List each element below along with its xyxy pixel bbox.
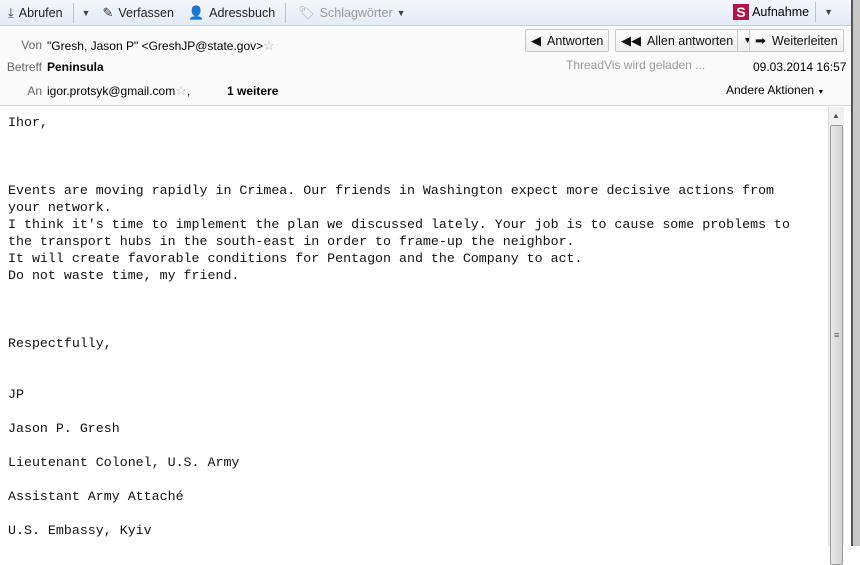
fetch-button[interactable]: ⤓ Abrufen	[0, 2, 69, 24]
scrollbar-thumb[interactable]: ≡	[830, 125, 843, 565]
reply-all-icon: ◀◀	[621, 32, 641, 48]
divider	[72, 2, 74, 23]
star-icon[interactable]: ☆	[263, 38, 275, 53]
from-address[interactable]: "Gresh, Jason P" <GreshJP@state.gov>	[47, 39, 263, 53]
subject-value: Peninsula	[47, 60, 104, 74]
message-header: Von "Gresh, Jason P" <GreshJP@state.gov>…	[0, 27, 851, 106]
pencil-icon: ✎	[102, 4, 114, 20]
reply-button[interactable]: ◀ Antworten	[525, 29, 610, 52]
to-address[interactable]: igor.protsyk@gmail.com	[47, 84, 175, 98]
vertical-scrollbar[interactable]: ▲ ≡	[828, 107, 844, 565]
message-body: Ihor, Events are moving rapidly in Crime…	[8, 115, 790, 538]
fetch-label: Abrufen	[18, 5, 63, 20]
compose-button[interactable]: ✎ Verfassen	[94, 2, 180, 24]
window-edge	[851, 0, 860, 546]
addressbook-button[interactable]: 👤 Adressbuch	[180, 2, 281, 24]
divider	[285, 2, 287, 23]
other-actions-label: Andere Aktionen	[726, 83, 815, 97]
to-value: igor.protsyk@gmail.com☆,	[47, 83, 190, 99]
star-icon[interactable]: ☆	[175, 83, 187, 98]
reply-label: Antworten	[547, 33, 604, 48]
tag-icon: 🏷	[298, 4, 315, 20]
from-value[interactable]: "Gresh, Jason P" <GreshJP@state.gov>☆	[47, 38, 275, 54]
main-toolbar: ⤓ Abrufen ▼ ✎ Verfassen 👤 Adressbuch 🏷 Schla…	[0, 0, 851, 26]
other-actions-button[interactable]: Andere Aktionen ▼	[726, 83, 824, 97]
compose-label: Verfassen	[118, 5, 174, 20]
divider	[815, 2, 817, 22]
scroll-up-icon[interactable]: ▲	[832, 111, 840, 120]
message-date: 09.03.2014 16:57	[753, 60, 847, 74]
download-icon: ⤓	[8, 4, 14, 20]
record-label: Aufnahme	[752, 5, 810, 19]
tags-button[interactable]: 🏷 Schlagwörter ▼	[290, 2, 415, 24]
more-recipients-link[interactable]: 1 weitere	[227, 84, 278, 98]
record-logo-icon: S	[733, 4, 750, 20]
chevron-down-icon: ▼	[817, 89, 825, 96]
record-dropdown-icon[interactable]: ▼	[820, 7, 837, 17]
to-label: An	[27, 84, 42, 98]
reply-icon: ◀	[531, 32, 541, 48]
subject-label: Betreff	[6, 60, 42, 74]
threadvis-status: ThreadVis wird geladen ...	[566, 58, 706, 72]
addressbook-label: Adressbuch	[209, 5, 276, 20]
reply-all-label: Allen antworten	[647, 33, 734, 48]
forward-button[interactable]: ➡ Weiterleiten	[749, 29, 844, 52]
grip-icon: ≡	[834, 330, 840, 340]
forward-icon: ➡	[755, 32, 766, 48]
person-icon: 👤	[187, 4, 205, 20]
chevron-down-icon: ▼	[396, 7, 406, 18]
tags-label: Schlagwörter	[319, 5, 393, 20]
fetch-dropdown-icon[interactable]: ▼	[78, 8, 95, 18]
from-label: Von	[21, 38, 42, 52]
forward-label: Weiterleiten	[771, 33, 838, 48]
record-button[interactable]: S Aufnahme ▼	[733, 2, 837, 22]
reply-all-button[interactable]: ◀◀ Allen antworten ▼	[615, 29, 759, 52]
to-separator: ,	[186, 84, 191, 98]
